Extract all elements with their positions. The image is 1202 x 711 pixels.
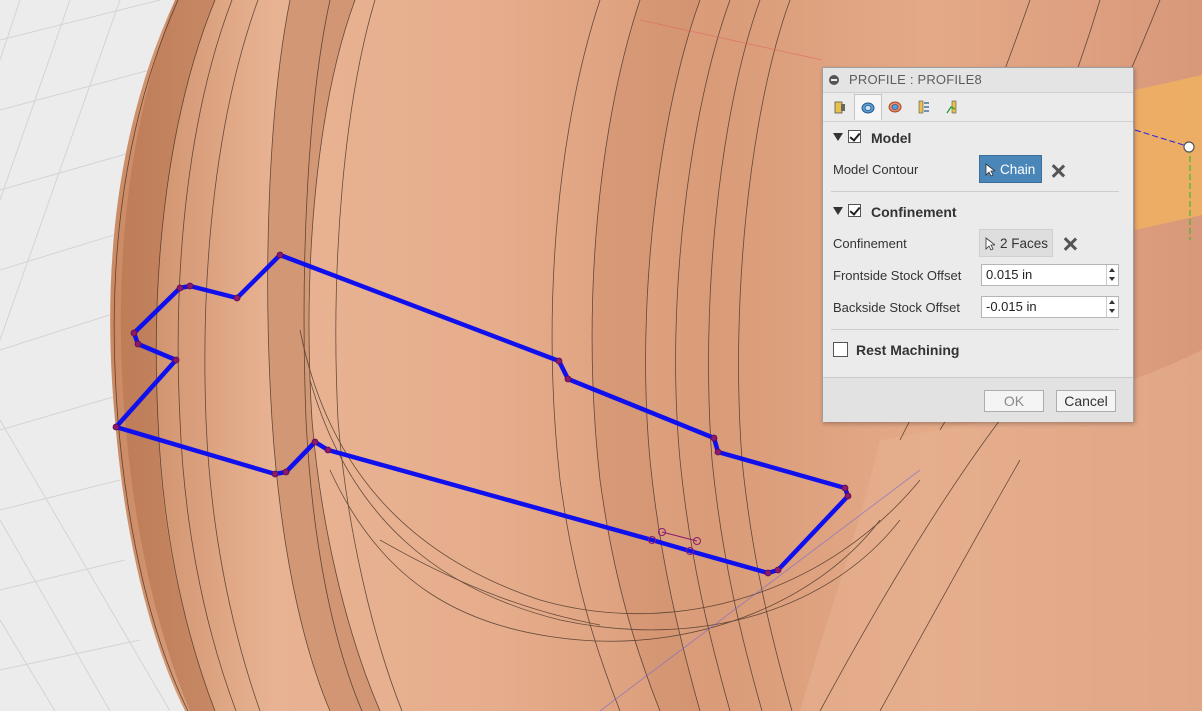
cursor-arrow-icon: [985, 237, 995, 251]
backside-offset-value: -0.015 in: [986, 299, 1037, 314]
passes-tab-icon: [918, 100, 929, 114]
dialog-titlebar[interactable]: PROFILE : PROFILE8: [823, 68, 1133, 93]
divider: [831, 329, 1119, 330]
tab-heights[interactable]: [882, 94, 910, 120]
frontside-offset-field[interactable]: 0.015 in: [981, 264, 1119, 286]
heights-tab-icon: [888, 101, 902, 113]
expand-triangle-icon[interactable]: [833, 207, 843, 215]
clear-faces-icon[interactable]: [1063, 237, 1077, 251]
rest-machining-header[interactable]: Rest Machining: [833, 341, 1113, 361]
dialog-tabbar: [823, 93, 1133, 122]
frontside-offset-value: 0.015 in: [986, 267, 1033, 282]
divider: [831, 191, 1119, 192]
confinement-checkbox[interactable]: [848, 204, 861, 217]
dialog-footer: OK Cancel: [823, 377, 1133, 422]
chain-select-button[interactable]: Chain: [979, 155, 1042, 183]
rest-machining-label: Rest Machining: [856, 342, 960, 358]
dialog-title: PROFILE : PROFILE8: [849, 72, 982, 87]
confinement-section-header[interactable]: Confinement: [833, 203, 1113, 223]
ok-button[interactable]: OK: [984, 390, 1044, 412]
rest-machining-checkbox[interactable]: [833, 342, 848, 357]
confinement-label: Confinement: [833, 236, 907, 251]
tab-passes[interactable]: [911, 94, 939, 120]
tab-geometry[interactable]: [854, 94, 882, 120]
tool-tab-icon: [834, 101, 845, 114]
model-contour-label: Model Contour: [833, 162, 919, 177]
collapse-icon[interactable]: [829, 75, 839, 85]
tab-linking[interactable]: [940, 94, 968, 120]
cursor-arrow-icon: [985, 163, 995, 177]
backside-offset-label: Backside Stock Offset: [833, 300, 960, 315]
model-checkbox[interactable]: [848, 130, 861, 143]
faces-label: 2 Faces: [1000, 236, 1049, 251]
backside-spinner[interactable]: [1106, 297, 1118, 317]
frontside-spinner[interactable]: [1106, 265, 1118, 285]
confinement-heading: Confinement: [871, 204, 957, 220]
geometry-tab-icon: [861, 102, 875, 114]
expand-triangle-icon[interactable]: [833, 133, 843, 141]
clear-chain-icon[interactable]: [1051, 164, 1065, 178]
frontside-offset-label: Frontside Stock Offset: [833, 268, 962, 283]
linking-tab-icon: [946, 100, 957, 114]
faces-select-button[interactable]: 2 Faces: [979, 229, 1053, 257]
chain-label: Chain: [1000, 162, 1036, 177]
model-heading: Model: [871, 130, 912, 146]
cancel-button[interactable]: Cancel: [1056, 390, 1116, 412]
model-section-header[interactable]: Model: [833, 129, 1113, 149]
profile-dialog: PROFILE : PROFILE8 Model Model Contour C…: [822, 67, 1134, 422]
tab-tool[interactable]: [827, 94, 855, 120]
backside-offset-field[interactable]: -0.015 in: [981, 296, 1119, 318]
